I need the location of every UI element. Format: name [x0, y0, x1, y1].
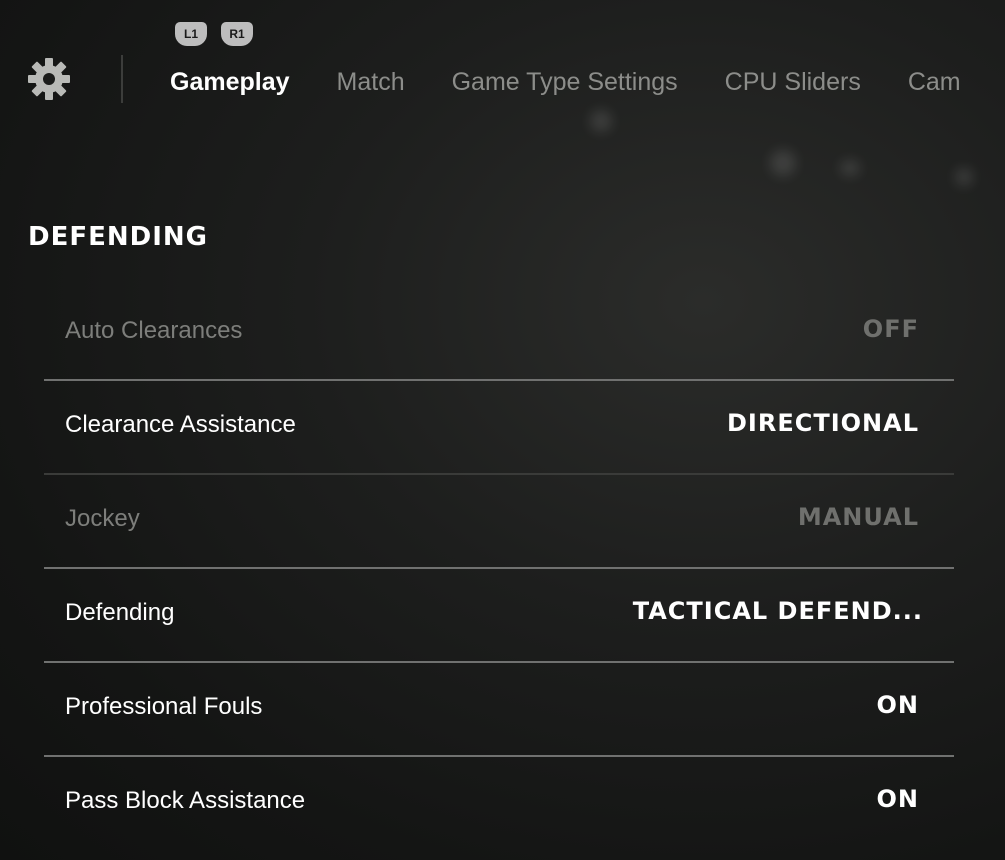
setting-row-defending[interactable]: Defending TACTICAL DEFEND... — [44, 569, 954, 663]
tab-match[interactable]: Match — [337, 64, 405, 100]
setting-label: Professional Fouls — [65, 693, 263, 720]
tab-game-type-settings[interactable]: Game Type Settings — [452, 64, 678, 100]
setting-label: Clearance Assistance — [65, 411, 296, 438]
tab-bumper-hints: L1 R1 — [175, 22, 253, 46]
setting-row-auto-clearances[interactable]: Auto Clearances OFF — [44, 287, 954, 381]
tab-camera[interactable]: Cam — [908, 64, 961, 100]
setting-value: ON — [876, 785, 919, 813]
setting-value: MANUAL — [797, 503, 919, 531]
setting-value: OFF — [862, 315, 919, 343]
setting-value: TACTICAL DEFEND... — [632, 597, 923, 625]
setting-value: ON — [876, 691, 919, 719]
setting-row-jockey[interactable]: Jockey MANUAL — [44, 475, 954, 569]
background-glow — [770, 150, 796, 176]
background-glow — [840, 160, 860, 176]
background-glow — [590, 110, 612, 132]
setting-label: Pass Block Assistance — [65, 787, 306, 814]
setting-row-pass-block-assistance[interactable]: Pass Block Assistance ON — [44, 757, 954, 849]
setting-row-clearance-assistance[interactable]: Clearance Assistance DIRECTIONAL — [44, 381, 954, 475]
setting-value: DIRECTIONAL — [727, 409, 919, 437]
r1-button-hint[interactable]: R1 — [221, 22, 253, 46]
setting-label: Defending — [65, 599, 175, 626]
header-divider — [121, 55, 123, 103]
setting-row-professional-fouls[interactable]: Professional Fouls ON — [44, 663, 954, 757]
tab-gameplay[interactable]: Gameplay — [170, 64, 290, 100]
section-title: DEFENDING — [28, 222, 208, 252]
settings-tab-bar: Gameplay Match Game Type Settings CPU Sl… — [170, 64, 1005, 100]
l1-button-hint[interactable]: L1 — [175, 22, 207, 46]
setting-label: Jockey — [65, 505, 140, 532]
settings-list: Auto Clearances OFF Clearance Assistance… — [44, 287, 954, 849]
gear-icon[interactable] — [28, 58, 70, 100]
setting-label: Auto Clearances — [65, 317, 243, 344]
tab-cpu-sliders[interactable]: CPU Sliders — [725, 64, 861, 100]
background-glow — [955, 168, 973, 186]
